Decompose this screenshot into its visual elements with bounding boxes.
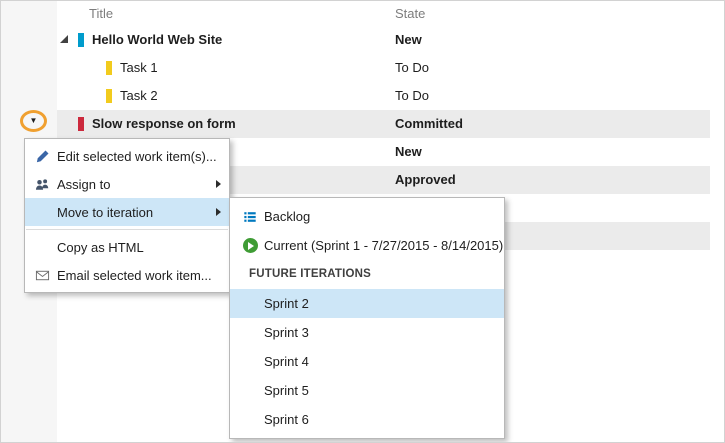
workitem-state: New (395, 144, 422, 159)
submenu-item-label: Sprint 4 (264, 354, 309, 369)
menu-item-assign-to[interactable]: Assign to (25, 170, 229, 198)
backlog-screen: Title State Hello World Web Site New Tas… (0, 0, 725, 443)
menu-item-move-to-iteration[interactable]: Move to iteration (25, 198, 229, 226)
column-header-state[interactable]: State (395, 1, 425, 26)
grid-column-headers: Title State (57, 1, 710, 26)
flyout-arrow-icon (216, 208, 221, 216)
tree-expander-icon[interactable] (60, 35, 68, 43)
submenu-item-current-sprint[interactable]: Current (Sprint 1 - 7/27/2015 - 8/14/201… (230, 231, 504, 260)
workitem-title: Hello World Web Site (92, 32, 223, 47)
workitem-type-color-bar (106, 61, 112, 75)
table-row[interactable]: Hello World Web Site New (57, 26, 710, 54)
submenu-item-label: Sprint 6 (264, 412, 309, 427)
email-icon (33, 268, 51, 283)
workitem-state: Approved (395, 172, 456, 187)
menu-item-label: Assign to (57, 176, 111, 192)
menu-item-edit[interactable]: Edit selected work item(s)... (25, 142, 229, 170)
menu-separator (26, 229, 228, 230)
workitem-state: Committed (395, 116, 463, 131)
callout-ellipse: ▼ (20, 110, 47, 132)
caret-down-icon: ▼ (29, 116, 38, 125)
menu-item-email[interactable]: Email selected work item... (25, 261, 229, 289)
submenu-item-backlog[interactable]: Backlog (230, 202, 504, 231)
row-context-menu-button[interactable]: ▼ (23, 113, 44, 129)
pencil-icon (33, 149, 51, 164)
workitem-type-color-bar (78, 33, 84, 47)
submenu-item-label: Sprint 3 (264, 325, 309, 340)
submenu-item-sprint-4[interactable]: Sprint 4 (230, 347, 504, 376)
current-sprint-icon (242, 238, 258, 253)
submenu-item-sprint-2[interactable]: Sprint 2 (230, 289, 504, 318)
submenu-item-sprint-6[interactable]: Sprint 6 (230, 405, 504, 434)
workitem-state: To Do (395, 60, 429, 75)
table-row[interactable]: Task 2 To Do (57, 82, 710, 110)
menu-item-label: Move to iteration (57, 204, 154, 220)
workitem-type-color-bar (78, 117, 84, 131)
workitem-state: To Do (395, 88, 429, 103)
submenu-item-label: Sprint 5 (264, 383, 309, 398)
menu-item-label: Email selected work item... (57, 267, 212, 283)
submenu-item-sprint-3[interactable]: Sprint 3 (230, 318, 504, 347)
column-header-title[interactable]: Title (89, 1, 113, 26)
table-row-selected[interactable]: Slow response on form Committed (57, 110, 710, 138)
backlog-icon (242, 210, 258, 224)
submenu-item-label: Current (Sprint 1 - 7/27/2015 - 8/14/201… (264, 238, 504, 253)
submenu-item-sprint-5[interactable]: Sprint 5 (230, 376, 504, 405)
context-menu: Edit selected work item(s)... Assign to … (24, 138, 230, 293)
menu-item-label: Copy as HTML (57, 239, 144, 255)
future-iterations-header: FUTURE ITERATIONS (249, 268, 372, 280)
table-row[interactable]: Task 1 To Do (57, 54, 710, 82)
submenu-item-label: Sprint 2 (264, 296, 309, 311)
flyout-arrow-icon (216, 180, 221, 188)
workitem-title: Slow response on form (92, 116, 236, 131)
menu-item-copy-as-html[interactable]: Copy as HTML (25, 233, 229, 261)
workitem-title: Task 1 (120, 60, 158, 75)
workitem-state: New (395, 32, 422, 47)
menu-item-label: Edit selected work item(s)... (57, 148, 217, 164)
submenu-item-label: Backlog (264, 209, 311, 224)
workitem-title: Task 2 (120, 88, 158, 103)
people-icon (33, 177, 51, 192)
iteration-submenu: Backlog Current (Sprint 1 - 7/27/2015 - … (229, 197, 505, 439)
workitem-type-color-bar (106, 89, 112, 103)
